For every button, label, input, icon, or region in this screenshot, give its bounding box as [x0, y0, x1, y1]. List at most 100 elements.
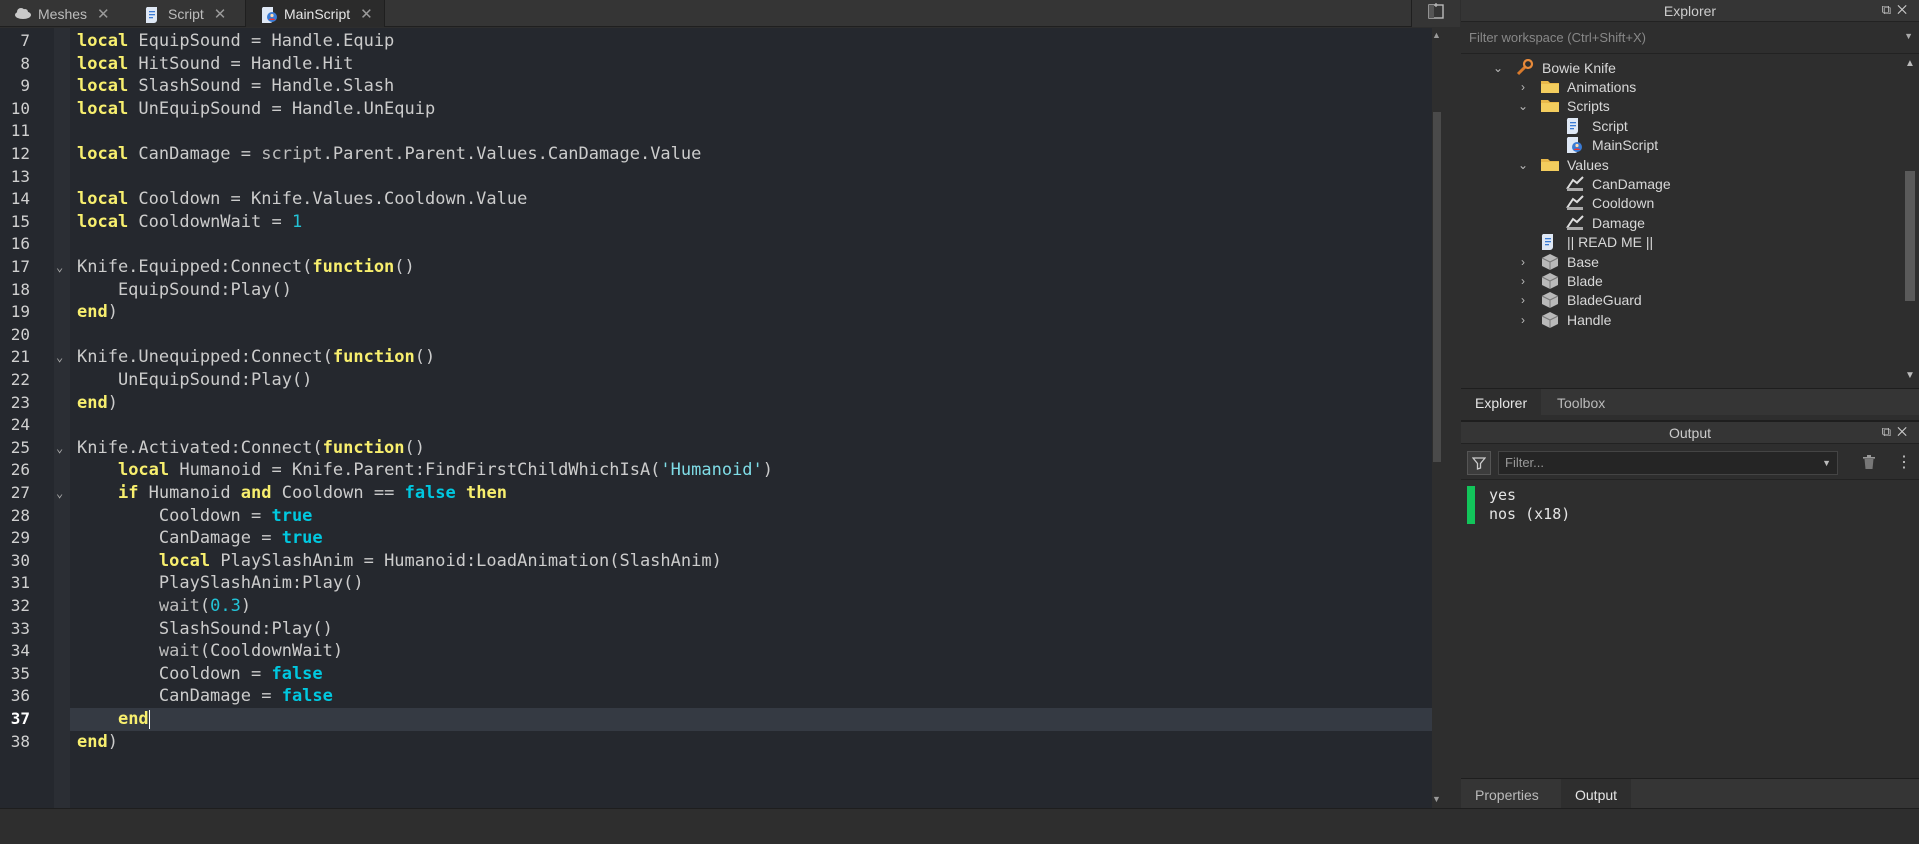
code-line[interactable]: 35 Cooldown = false — [0, 663, 1432, 686]
scroll-down-arrow-icon[interactable]: ▼ — [1432, 794, 1441, 804]
code-line[interactable]: 32 wait(0.3) — [0, 595, 1432, 618]
code-line[interactable]: 22 UnEquipSound:Play() — [0, 369, 1432, 392]
code-line[interactable]: 24 — [0, 414, 1432, 437]
filter-funnel-icon[interactable] — [1467, 451, 1491, 475]
line-number: 12 — [10, 144, 30, 163]
code-editor[interactable]: 7 local EquipSound = Handle.Equip 8 local H… — [0, 28, 1441, 808]
explorer-scrollbar[interactable]: ▲ ▼ — [1901, 56, 1919, 386]
code-line[interactable]: 14 local Cooldown = Knife.Values.Cooldown… — [0, 188, 1432, 211]
code-line[interactable]: 33 SlashSound:Play() — [0, 618, 1432, 641]
close-icon[interactable]: ✕ — [214, 5, 227, 23]
output-filter-input[interactable]: Filter... ▼ — [1498, 451, 1838, 475]
close-icon[interactable]: ✕ — [360, 5, 373, 23]
tab-mainscript[interactable]: MainScript ✕ — [245, 0, 385, 27]
line-number: 32 — [10, 596, 30, 615]
value-icon — [1565, 214, 1585, 232]
scroll-down-arrow-icon[interactable]: ▼ — [1901, 370, 1919, 381]
scrollbar-thumb[interactable] — [1433, 112, 1441, 462]
tree-item-handle[interactable]: › Handle — [1516, 308, 1611, 331]
code-text: local HitSound = Handle.Hit — [77, 53, 354, 74]
code-text: EquipSound:Play() — [77, 279, 292, 300]
code-line[interactable]: 36 CanDamage = false — [0, 685, 1432, 708]
code-line[interactable]: 8 local HitSound = Handle.Hit — [0, 53, 1432, 76]
code-text: local UnEquipSound = Handle.UnEquip — [77, 98, 436, 119]
chevron-right-icon[interactable]: › — [1516, 293, 1530, 307]
code-line[interactable]: 20 — [0, 324, 1432, 347]
folder-icon — [1540, 97, 1560, 115]
tree-item-label: BladeGuard — [1567, 292, 1642, 309]
tab-meshes[interactable]: Meshes ✕ — [0, 0, 130, 27]
panel-title: Explorer — [1663, 2, 1717, 19]
code-line[interactable]: 38 end) — [0, 731, 1432, 754]
editor-panel-splitter[interactable] — [1441, 28, 1460, 808]
code-line[interactable]: 28 Cooldown = true — [0, 505, 1432, 528]
part-icon — [1540, 311, 1560, 329]
code-line[interactable]: 31 PlaySlashAnim:Play() — [0, 572, 1432, 595]
line-number: 25 — [10, 437, 30, 457]
code-line[interactable]: 34 wait(CooldownWait) — [0, 640, 1432, 663]
editor-scrollbar[interactable]: ▲ ▼ — [1432, 28, 1441, 808]
code-line[interactable]: 13 — [0, 166, 1432, 189]
code-line[interactable]: 27 ⌄ if Humanoid and Cooldown == false th… — [0, 482, 1432, 505]
code-line[interactable]: 11 — [0, 120, 1432, 143]
code-line[interactable]: 15 local CooldownWait = 1 — [0, 211, 1432, 234]
chevron-down-icon[interactable]: ▼ — [1822, 452, 1831, 474]
tool-icon — [1515, 58, 1535, 77]
chevron-right-icon[interactable]: › — [1516, 313, 1530, 327]
undock-icon[interactable]: ⧉ — [1882, 424, 1897, 439]
close-icon[interactable]: ✕ — [1897, 2, 1913, 17]
code-line[interactable]: 12 local CanDamage = script.Parent.Parent… — [0, 143, 1432, 166]
code-line[interactable]: 10 local UnEquipSound = Handle.UnEquip — [0, 98, 1432, 121]
tree-item-label: CanDamage — [1592, 175, 1671, 192]
tree-item-label: Scripts — [1567, 98, 1610, 115]
code-line[interactable]: 19 end) — [0, 301, 1432, 324]
output-tabs: Properties Output — [1461, 778, 1919, 811]
code-line[interactable]: 16 — [0, 233, 1432, 256]
code-line[interactable]: 21 ⌄ Knife.Unequipped:Connect(function() — [0, 346, 1432, 369]
code-line[interactable]: 17 ⌄ Knife.Equipped:Connect(function() — [0, 256, 1432, 279]
chevron-right-icon[interactable]: › — [1516, 80, 1530, 94]
tab-output[interactable]: Output — [1561, 779, 1632, 811]
tab-script[interactable]: Script ✕ — [130, 0, 258, 27]
close-icon[interactable]: ✕ — [97, 5, 110, 23]
line-number: 34 — [10, 641, 30, 661]
code-line[interactable]: 37 end — [11, 708, 1432, 731]
undock-icon[interactable]: ⧉ — [1882, 2, 1897, 17]
explorer-filter-input[interactable]: Filter workspace (Ctrl+Shift+X) ▼ — [1461, 22, 1919, 54]
fold-chevron-icon[interactable]: ⌄ — [56, 437, 63, 460]
chevron-down-icon[interactable]: ⌄ — [1516, 99, 1530, 113]
code-line[interactable]: 9 local SlashSound = Handle.Slash — [0, 75, 1432, 98]
code-line[interactable]: 30 local PlaySlashAnim = Humanoid:LoadAn… — [0, 550, 1432, 573]
chevron-down-icon[interactable]: ⌄ — [1491, 61, 1505, 75]
scroll-up-arrow-icon[interactable]: ▲ — [1901, 58, 1919, 69]
line-number: 14 — [10, 189, 30, 209]
code-line[interactable]: 29 CanDamage = true — [0, 527, 1432, 550]
chevron-right-icon[interactable]: › — [1516, 274, 1530, 288]
chevron-down-icon[interactable]: ▼ — [1904, 31, 1913, 41]
clear-output-trash-icon[interactable] — [1860, 453, 1880, 473]
tab-properties[interactable]: Properties — [1461, 779, 1553, 811]
chevron-right-icon[interactable]: › — [1516, 255, 1530, 269]
explorer-header: Explorer ⧉✕ — [1461, 0, 1919, 22]
scrollbar-thumb[interactable] — [1905, 171, 1915, 301]
explorer-tree[interactable]: ⌄ Bowie Knife › Animations ⌄ Scripts Script Mai… — [1461, 56, 1901, 386]
chevron-down-icon[interactable]: ⌄ — [1516, 158, 1530, 172]
tab-explorer[interactable]: Explorer — [1461, 389, 1542, 416]
code-line[interactable]: 25 ⌄ Knife.Activated:Connect(function() — [0, 437, 1432, 460]
fold-chevron-icon[interactable]: ⌄ — [56, 346, 63, 369]
cloud-icon — [14, 6, 32, 22]
code-line[interactable]: 23 end) — [0, 392, 1432, 415]
script-dock-button[interactable] — [1411, 0, 1460, 27]
fold-chevron-icon[interactable]: ⌄ — [56, 482, 63, 505]
code-text: local Cooldown = Knife.Values.Cooldown.V… — [77, 189, 528, 210]
fold-chevron-icon[interactable]: ⌄ — [56, 256, 63, 279]
scroll-up-arrow-icon[interactable]: ▲ — [1432, 30, 1441, 40]
more-options-icon[interactable]: ⋮ — [1896, 452, 1912, 472]
code-line[interactable]: 7 local EquipSound = Handle.Equip — [0, 30, 1432, 53]
code-line[interactable]: 26 local Humanoid = Knife.Parent:FindFir… — [0, 459, 1432, 482]
tab-toolbox[interactable]: Toolbox — [1543, 389, 1619, 416]
script-icon — [1565, 117, 1585, 135]
line-number: 27 — [10, 483, 30, 502]
code-line[interactable]: 18 EquipSound:Play() — [0, 279, 1432, 302]
close-icon[interactable]: ✕ — [1897, 424, 1913, 439]
